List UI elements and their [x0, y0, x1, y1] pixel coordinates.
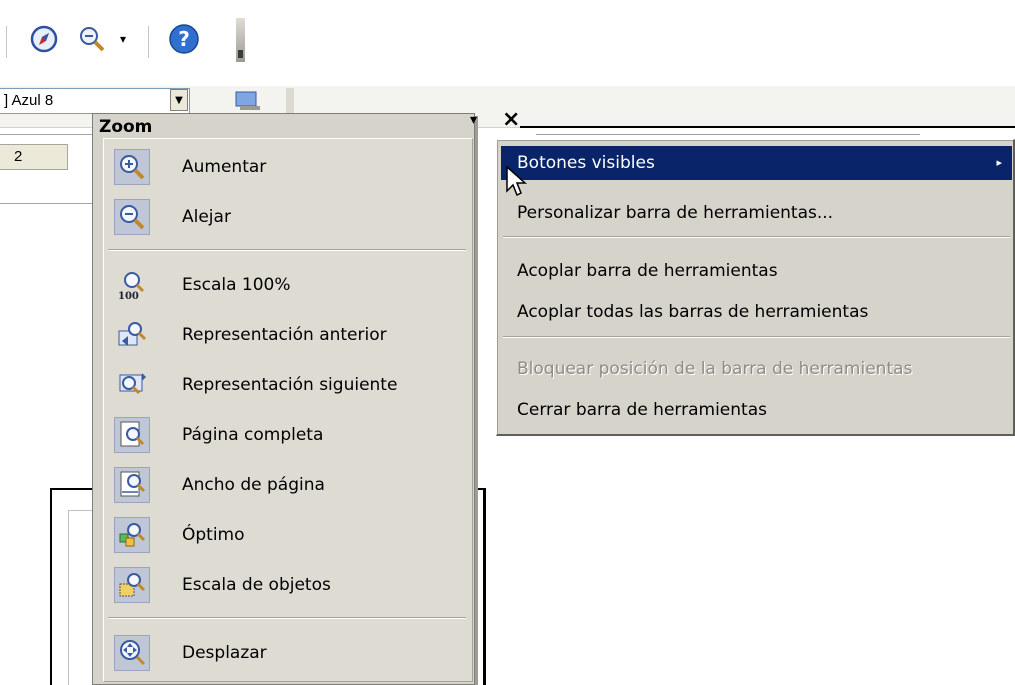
zoom-toolbar-title: Zoom: [99, 117, 153, 137]
zoom-floating-toolbar: Zoom Aumentar Alejar 100 Escala 100% Rep…: [92, 113, 475, 685]
zoom-item-label: Ancho de página: [182, 475, 325, 495]
shadow-icon[interactable]: [234, 90, 262, 112]
entire-page-icon: [114, 417, 150, 453]
pan-button[interactable]: Desplazar: [104, 629, 472, 677]
zoom-100-button[interactable]: 100 Escala 100%: [104, 261, 472, 309]
menu-item-dock-toolbar[interactable]: Acoplar barra de herramientas: [501, 254, 1012, 288]
menu-separator: [503, 236, 1010, 238]
help-icon: ?: [169, 24, 199, 54]
zoom-toolbar-body: Aumentar Alejar 100 Escala 100% Represen…: [103, 138, 473, 682]
menu-item-label: Cerrar barra de herramientas: [517, 400, 767, 420]
object-zoom-button[interactable]: Escala de objetos: [104, 561, 472, 609]
zoom-out-icon: [80, 27, 105, 52]
zoom-dropdown-arrow[interactable]: ▾: [112, 20, 134, 58]
zoom-item-label: Representación siguiente: [182, 375, 398, 395]
svg-text:?: ?: [178, 27, 190, 51]
combo-dropdown-button[interactable]: ▼: [170, 89, 188, 111]
toolbar-overflow-grip[interactable]: [236, 18, 245, 62]
toolbar-separator: [148, 26, 150, 58]
zoom-item-label: Escala 100%: [182, 275, 291, 295]
menu-item-label: Acoplar barra de herramientas: [517, 261, 778, 281]
zoom-item-label: Alejar: [182, 207, 231, 227]
zoom-in-icon: [114, 149, 150, 185]
zoom-item-label: Representación anterior: [182, 325, 387, 345]
optimal-zoom-icon: [114, 517, 150, 553]
menu-item-label: Botones visibles: [517, 153, 655, 173]
zoom-separator: [108, 617, 466, 619]
menu-item-dock-all-toolbars[interactable]: Acoplar todas las barras de herramientas: [501, 295, 1012, 329]
zoom-in-button[interactable]: Aumentar: [104, 143, 472, 191]
previous-view-button[interactable]: Representación anterior: [104, 311, 472, 359]
page-number-field[interactable]: 2: [0, 144, 68, 170]
menu-item-customize-toolbar[interactable]: Personalizar barra de herramientas...: [501, 196, 1012, 230]
zoom-item-label: Desplazar: [182, 643, 267, 663]
menu-item-visible-buttons[interactable]: Botones visibles ▸: [501, 146, 1012, 180]
page-width-icon: [114, 467, 150, 503]
zoom-item-label: Escala de objetos: [182, 575, 331, 595]
svg-text:100: 100: [118, 291, 139, 301]
zoom-toolbar-close-button[interactable]: ×: [502, 107, 520, 132]
help-button[interactable]: ?: [166, 20, 202, 58]
chevron-down-icon: ▾: [119, 32, 127, 46]
object-zoom-icon: [114, 567, 150, 603]
menu-separator: [503, 336, 1010, 338]
area-color-combo[interactable]: ] Azul 8: [0, 88, 190, 114]
toolbar-separator: [6, 26, 8, 58]
zoom-100-icon: 100: [114, 267, 150, 303]
standard-toolbar: ▾ ?: [0, 0, 1015, 86]
toolbar-grip[interactable]: [286, 88, 294, 114]
zoom-next-icon: [114, 367, 150, 403]
menu-item-lock-toolbar-position: Bloquear posición de la barra de herrami…: [501, 352, 1012, 386]
zoom-item-label: Página completa: [182, 425, 324, 445]
zoom-toolbar-menu-arrow[interactable]: ▾: [470, 112, 477, 128]
next-view-button[interactable]: Representación siguiente: [104, 361, 472, 409]
chevron-down-icon: ▼: [175, 94, 183, 106]
compass-icon: [30, 25, 58, 53]
zoom-out-icon: [114, 199, 150, 235]
submenu-arrow-icon: ▸: [996, 156, 1002, 169]
zoom-previous-icon: [114, 317, 150, 353]
zoom-separator: [108, 249, 466, 251]
toolbar-context-menu: Botones visibles ▸ Personalizar barra de…: [496, 139, 1015, 436]
zoom-button[interactable]: [74, 20, 110, 58]
entire-page-button[interactable]: Página completa: [104, 411, 472, 459]
menu-item-label: Bloquear posición de la barra de herrami…: [517, 359, 913, 379]
menu-item-close-toolbar[interactable]: Cerrar barra de herramientas: [501, 393, 1012, 427]
mouse-pointer-icon: [506, 165, 527, 197]
zoom-item-label: Óptimo: [182, 525, 245, 545]
optimal-button[interactable]: Óptimo: [104, 511, 472, 559]
pan-icon: [114, 635, 150, 671]
zoom-out-button[interactable]: Alejar: [104, 193, 472, 241]
navigator-button[interactable]: [26, 20, 62, 58]
menu-item-label: Acoplar todas las barras de herramientas: [517, 302, 869, 322]
page-width-button[interactable]: Ancho de página: [104, 461, 472, 509]
menu-item-label: Personalizar barra de herramientas...: [517, 203, 834, 223]
zoom-item-label: Aumentar: [182, 157, 267, 177]
